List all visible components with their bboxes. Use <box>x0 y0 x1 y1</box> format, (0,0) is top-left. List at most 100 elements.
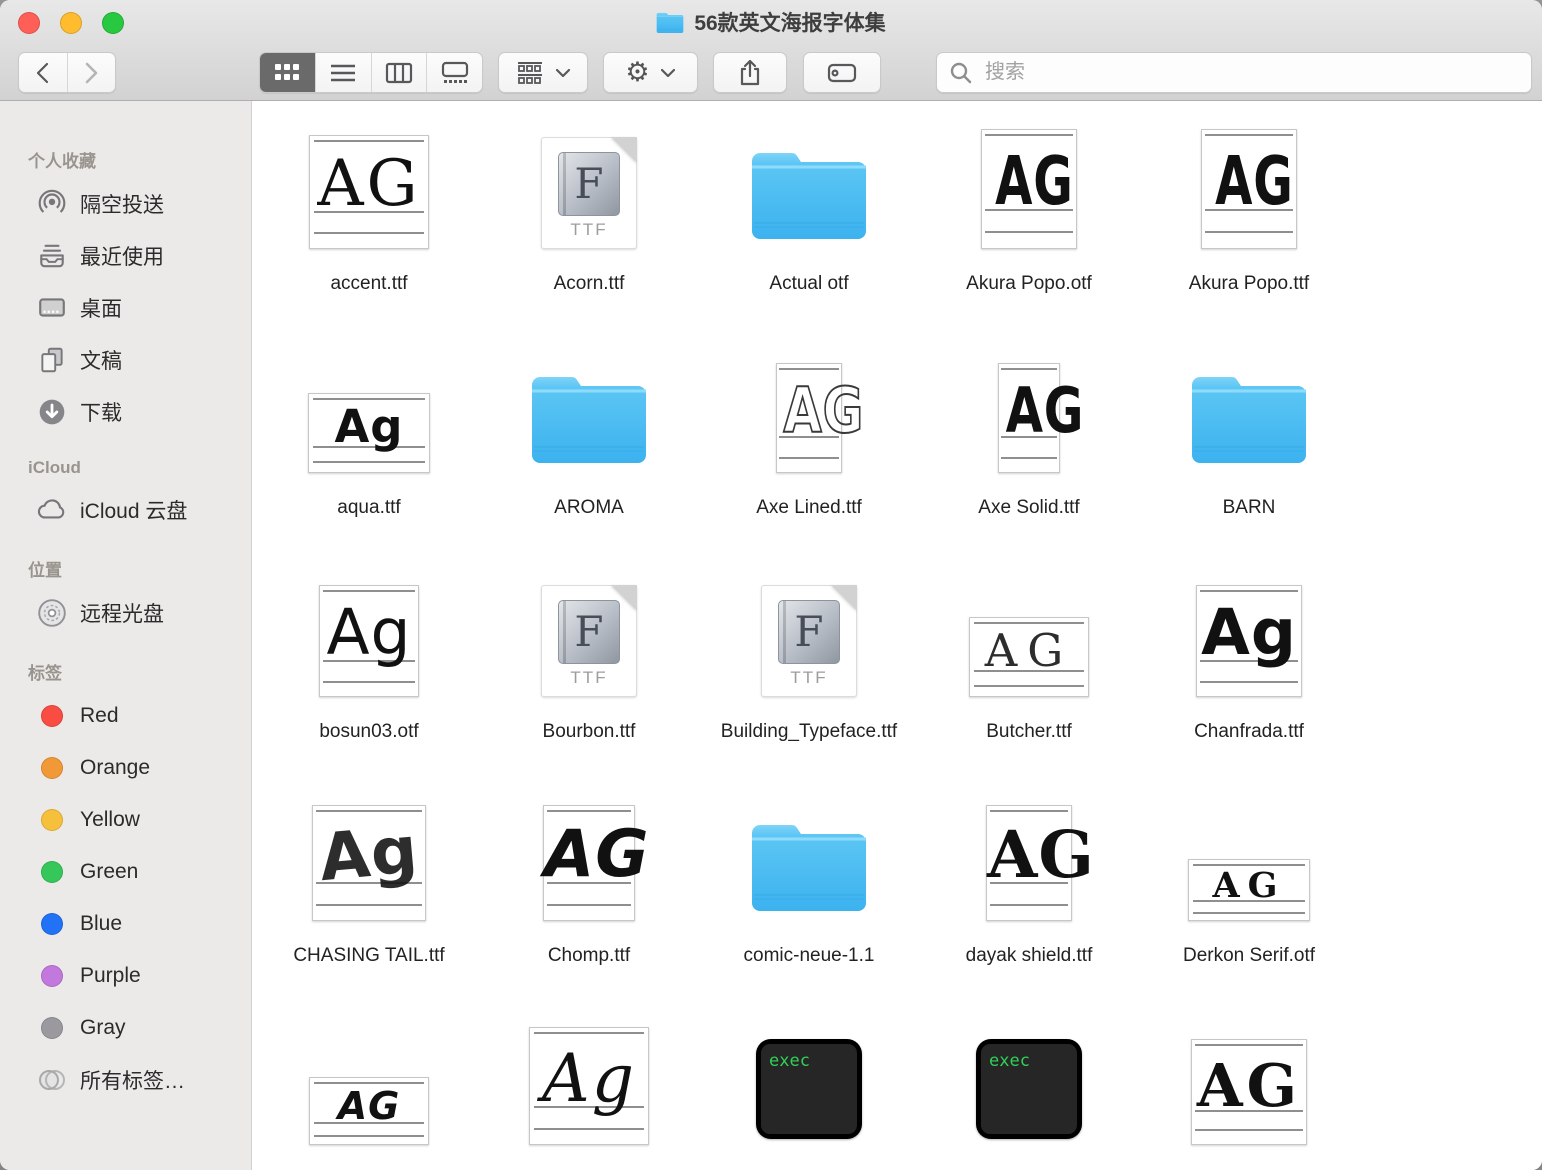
sidebar: 个人收藏隔空投送最近使用桌面文稿下载iCloudiCloud 云盘位置远程光盘标… <box>0 101 252 1170</box>
view-mode-gallery-view-icon[interactable] <box>426 53 482 92</box>
sidebar-item--[interactable]: 下载 <box>0 386 251 438</box>
file-item[interactable]: AG Derkon Serif.otf <box>1139 773 1359 997</box>
file-name: Derkon Serif.otf <box>1151 943 1347 969</box>
view-mode-column-view-icon[interactable] <box>371 53 427 92</box>
sidebar-item-label: 下载 <box>80 397 122 427</box>
sidebar-section-header: iCloud <box>28 458 251 478</box>
file-name: Bourbon.ttf <box>491 719 687 745</box>
tag-dot <box>36 805 68 835</box>
search-input[interactable] <box>983 60 1519 85</box>
sidebar-item--[interactable]: 隔空投送 <box>0 178 251 230</box>
folder-icon <box>750 101 868 249</box>
file-item[interactable]: Ag aqua.ttf <box>259 325 479 549</box>
sidebar-item-label: 最近使用 <box>80 241 164 271</box>
tag-dot <box>36 1013 68 1043</box>
file-item[interactable]: AG Axe Solid.ttf <box>919 325 1139 549</box>
share-button[interactable] <box>713 52 787 93</box>
file-item[interactable]: AGAkura Popo.otf <box>919 101 1139 325</box>
file-name: CHASING TAIL.ttf <box>271 943 467 969</box>
view-mode-list-view-icon[interactable] <box>315 53 371 92</box>
desktop-icon <box>36 293 68 323</box>
sidebar-item-blue[interactable]: Blue <box>0 898 251 950</box>
file-item[interactable]: AgChanfrada.ttf <box>1139 549 1359 773</box>
downloads-icon <box>36 397 68 427</box>
file-item[interactable]: FTTFAcorn.ttf <box>479 101 699 325</box>
sidebar-item-purple[interactable]: Purple <box>0 950 251 1002</box>
file-name: Actual otf <box>711 271 907 297</box>
font-glyph: AG <box>1189 870 1309 902</box>
font-glyph: AG <box>995 151 1063 211</box>
titlebar: 56款英文海报字体集 <box>0 0 1542 44</box>
file-browser-area: AGaccent.ttfFTTFAcorn.ttf Actual otfAGAk… <box>253 101 1542 1170</box>
file-item[interactable]: AGButcher.ttf <box>919 549 1139 773</box>
tag-dot <box>36 857 68 887</box>
folder-item[interactable]: comic-neue-1.1 <box>699 773 919 997</box>
file-item[interactable]: Agbosun03.otf <box>259 549 479 773</box>
font-glyph: Ag <box>530 1049 648 1108</box>
font-preview-icon: AG <box>981 101 1077 249</box>
remote-disc-icon <box>36 598 68 628</box>
file-item[interactable]: FTTFBuilding_Typeface.ttf <box>699 549 919 773</box>
group-by-button[interactable] <box>498 52 588 93</box>
window-title: 56款英文海报字体集 <box>694 7 885 37</box>
tag-button[interactable] <box>803 52 881 93</box>
file-item[interactable]: AG <box>1139 997 1359 1170</box>
file-item[interactable]: Ag CHASING TAIL.ttf <box>259 773 479 997</box>
view-mode-icon-view-icon[interactable] <box>260 53 315 92</box>
file-name: aqua.ttf <box>271 495 467 521</box>
file-item[interactable]: exec <box>699 997 919 1170</box>
tag-dot <box>36 961 68 991</box>
sidebar-item-icloud-[interactable]: iCloud 云盘 <box>0 484 251 536</box>
font-preview-icon: AG <box>543 773 635 921</box>
list-view-icon <box>328 61 358 85</box>
folder-item[interactable]: Actual otf <box>699 101 919 325</box>
file-name: Butcher.ttf <box>931 719 1127 745</box>
forward-button[interactable] <box>67 53 116 92</box>
sidebar-item-label: Purple <box>80 964 141 988</box>
back-button[interactable] <box>19 53 67 92</box>
file-name: Axe Solid.ttf <box>931 495 1127 521</box>
folder-icon <box>750 773 868 921</box>
file-item[interactable]: AGdayak shield.ttf <box>919 773 1139 997</box>
ttf-document-icon: FTTF <box>541 101 637 249</box>
font-glyph: Ag <box>309 407 429 448</box>
font-glyph: AG <box>544 826 634 885</box>
sidebar-item-green[interactable]: Green <box>0 846 251 898</box>
search-field[interactable] <box>936 52 1532 93</box>
folder-item[interactable]: BARN <box>1139 325 1359 549</box>
font-glyph: Ag <box>311 821 428 889</box>
file-item[interactable]: AG Chomp.ttf <box>479 773 699 997</box>
window-header: 56款英文海报字体集 ⚙ <box>0 0 1542 101</box>
file-item[interactable]: Ag <box>479 997 699 1170</box>
font-preview-icon: Ag <box>308 325 430 473</box>
sidebar-item-red[interactable]: Red <box>0 690 251 742</box>
font-preview-icon: AG <box>1191 997 1307 1145</box>
sidebar-item--[interactable]: 桌面 <box>0 282 251 334</box>
file-name: AROMA <box>491 495 687 521</box>
sidebar-item--[interactable]: 远程光盘 <box>0 587 251 639</box>
sidebar-item-gray[interactable]: Gray <box>0 1002 251 1054</box>
sidebar-item--[interactable]: 文稿 <box>0 334 251 386</box>
file-item[interactable]: AGAkura Popo.ttf <box>1139 101 1359 325</box>
file-name: Chomp.ttf <box>491 943 687 969</box>
font-glyph: AG <box>310 1089 428 1123</box>
folder-icon <box>1190 325 1308 473</box>
sidebar-item-yellow[interactable]: Yellow <box>0 794 251 846</box>
sidebar-item--[interactable]: 最近使用 <box>0 230 251 282</box>
file-name: Akura Popo.ttf <box>1151 271 1347 297</box>
file-item[interactable]: FTTFBourbon.ttf <box>479 549 699 773</box>
file-item[interactable]: AG <box>259 997 479 1170</box>
icon-view-icon <box>272 61 302 85</box>
exec-label: exec <box>989 1051 1030 1071</box>
folder-item[interactable]: AROMA <box>479 325 699 549</box>
sidebar-item--[interactable]: 所有标签… <box>0 1054 251 1106</box>
file-grid: AGaccent.ttfFTTFAcorn.ttf Actual otfAGAk… <box>259 101 1542 1170</box>
file-item[interactable]: exec <box>919 997 1139 1170</box>
action-menu-button[interactable]: ⚙ <box>603 52 698 93</box>
file-name: BARN <box>1151 495 1347 521</box>
sidebar-item-orange[interactable]: Orange <box>0 742 251 794</box>
file-item[interactable]: AGaccent.ttf <box>259 101 479 325</box>
font-preview-icon: AG <box>986 773 1072 921</box>
font-preview-icon: AG <box>998 325 1060 473</box>
file-item[interactable]: AGAxe Lined.ttf <box>699 325 919 549</box>
